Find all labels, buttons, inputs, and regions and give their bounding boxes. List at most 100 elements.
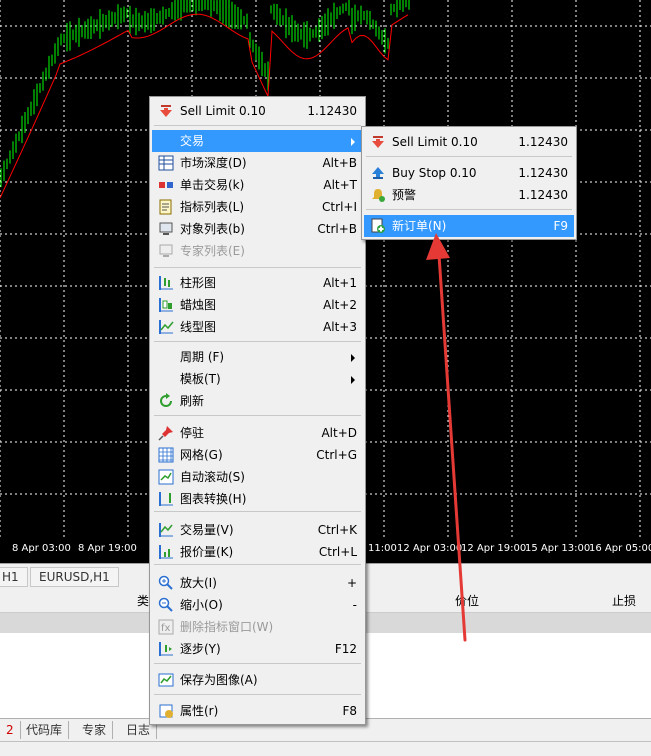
- column-header-stoploss[interactable]: 止损: [612, 592, 636, 609]
- menu-item-label: 自动滚动(S): [180, 470, 245, 484]
- menu-item-label: 删除指标窗口(W): [180, 620, 274, 634]
- menu-item-shortcut: Ctrl+L: [318, 545, 357, 559]
- menu-item-shortcut: Ctrl+K: [317, 523, 357, 537]
- menu-item[interactable]: 停驻 Alt+D: [152, 422, 363, 444]
- menu-item-shortcut: F12: [334, 642, 357, 656]
- chart-tab[interactable]: H1: [0, 567, 28, 587]
- trade-submenu: Sell Limit 0.10 1.12430 Buy Stop 0.10 1.124…: [361, 126, 577, 240]
- menu-item-shortcut: Ctrl+G: [316, 448, 357, 462]
- quote-price-icon: [158, 544, 174, 560]
- menu-item[interactable]: 单击交易(k) Alt+T: [152, 174, 363, 196]
- menu-item-label: 刷新: [180, 394, 205, 408]
- menu-item[interactable]: 属性(r) F8: [152, 700, 363, 722]
- menu-item-shortcut: 1.12430: [518, 135, 568, 149]
- menu-item-label: 属性(r): [180, 704, 219, 718]
- menu-item-label: 缩小(O): [180, 598, 223, 612]
- objects-list-icon: [158, 221, 174, 237]
- menu-item-label: 指标列表(L): [180, 200, 245, 214]
- menu-item[interactable]: 交易量(V) Ctrl+K: [152, 519, 363, 541]
- x-axis-label: 11:00: [368, 543, 397, 554]
- menu-item[interactable]: 线型图 Alt+3: [152, 316, 363, 338]
- menu-item[interactable]: Buy Stop 0.10 1.12430: [364, 162, 574, 184]
- menu-item-label: 模板(T): [180, 372, 221, 386]
- market-depth-icon: [158, 155, 174, 171]
- submenu-arrow-icon: [351, 354, 355, 362]
- menu-item-label: 交易量(V): [180, 523, 234, 537]
- menu-item-label: 逐步(Y): [180, 642, 221, 656]
- menu-item-label: Buy Stop 0.10: [392, 166, 477, 180]
- menu-separator: [154, 564, 361, 565]
- menu-item[interactable]: 指标列表(L) Ctrl+I: [152, 196, 363, 218]
- menu-item-shortcut: Alt+B: [322, 156, 357, 170]
- menu-item[interactable]: 保存为图像(A): [152, 669, 363, 691]
- line-chart-icon: [158, 319, 174, 335]
- sell-arrow-icon: [370, 134, 386, 150]
- menu-item[interactable]: 自动滚动(S): [152, 466, 363, 488]
- menu-separator: [154, 267, 361, 268]
- menu-item-shortcut: F9: [553, 219, 568, 233]
- menu-item[interactable]: 放大(I) +: [152, 572, 363, 594]
- column-header-price[interactable]: 价位: [455, 592, 479, 609]
- menu-item[interactable]: 缩小(O) -: [152, 594, 363, 616]
- menu-item[interactable]: 交易: [152, 130, 363, 152]
- context-menu: Sell Limit 0.10 1.12430 交易 市场深度(D) Alt+B 单击交易…: [149, 96, 366, 725]
- candlestick-icon: [158, 297, 174, 313]
- menu-item[interactable]: 周期 (F): [152, 346, 363, 368]
- x-axis-label: 12 Apr 03:00: [397, 543, 463, 554]
- menu-item[interactable]: 模板(T): [152, 368, 363, 390]
- menu-separator: [154, 694, 361, 695]
- menu-item-shortcut: Alt+T: [323, 178, 357, 192]
- menu-separator: [366, 156, 572, 157]
- menu-item[interactable]: 对象列表(b) Ctrl+B: [152, 218, 363, 240]
- menu-item-label: 蜡烛图: [180, 298, 217, 312]
- menu-item: 专家列表(E): [152, 240, 363, 262]
- menu-item-shortcut: 1.12430: [518, 188, 568, 202]
- menu-item[interactable]: 图表转换(H): [152, 488, 363, 510]
- tab-count[interactable]: 2: [0, 721, 21, 739]
- menu-item-label: 周期 (F): [180, 350, 225, 364]
- menu-item[interactable]: 刷新: [152, 390, 363, 412]
- volume-icon: [158, 522, 174, 538]
- menu-item-shortcut: 1.12430: [518, 166, 568, 180]
- menu-item[interactable]: 柱形图 Alt+1: [152, 272, 363, 294]
- column-header-type[interactable]: 类: [137, 592, 149, 609]
- menu-item-label: 放大(I): [180, 576, 217, 590]
- save-image-icon: [158, 672, 174, 688]
- menu-item[interactable]: 逐步(Y) F12: [152, 638, 363, 660]
- bar-chart-icon: [158, 275, 174, 291]
- menu-item[interactable]: 蜡烛图 Alt+2: [152, 294, 363, 316]
- menu-separator: [154, 125, 361, 126]
- menu-item-shortcut: F8: [342, 704, 357, 718]
- menu-item[interactable]: Sell Limit 0.10 1.12430: [364, 131, 574, 153]
- menu-item-shortcut: +: [346, 576, 357, 590]
- submenu-arrow-icon: [351, 138, 355, 146]
- new-order-icon: [370, 218, 386, 234]
- status-bar: [0, 741, 651, 756]
- svg-text:fx: fx: [161, 623, 171, 634]
- tab-code-base[interactable]: 代码库: [20, 721, 70, 739]
- zoom-out-icon: [158, 597, 174, 613]
- menu-item-label: 专家列表(E): [180, 244, 245, 258]
- menu-item-label: 单击交易(k): [180, 178, 245, 192]
- menu-item[interactable]: 预警 1.12430: [364, 184, 574, 206]
- menu-item-shortcut: 1.12430: [307, 104, 357, 118]
- menu-item-label: Sell Limit 0.10: [392, 135, 478, 149]
- menu-item[interactable]: 新订单(N) F9: [364, 215, 574, 237]
- submenu-arrow-icon: [351, 376, 355, 384]
- one-click-trading-icon: [158, 177, 174, 193]
- menu-item[interactable]: Sell Limit 0.10 1.12430: [152, 100, 363, 122]
- menu-separator: [154, 341, 361, 342]
- pin-icon: [158, 425, 174, 441]
- tab-experts[interactable]: 专家: [76, 721, 114, 739]
- buy-arrow-icon: [370, 165, 386, 181]
- x-axis-label: 8 Apr 19:00: [78, 543, 137, 554]
- menu-item[interactable]: 报价量(K) Ctrl+L: [152, 541, 363, 563]
- x-axis-label: 15 Apr 13:00: [525, 543, 591, 554]
- menu-item-label: Sell Limit 0.10: [180, 104, 266, 118]
- menu-item[interactable]: 网格(G) Ctrl+G: [152, 444, 363, 466]
- menu-separator: [366, 209, 572, 210]
- menu-item[interactable]: 市场深度(D) Alt+B: [152, 152, 363, 174]
- menu-item-label: 柱形图: [180, 276, 217, 290]
- chart-tab-eurusd[interactable]: EURUSD,H1: [30, 567, 119, 587]
- menu-separator: [154, 511, 361, 512]
